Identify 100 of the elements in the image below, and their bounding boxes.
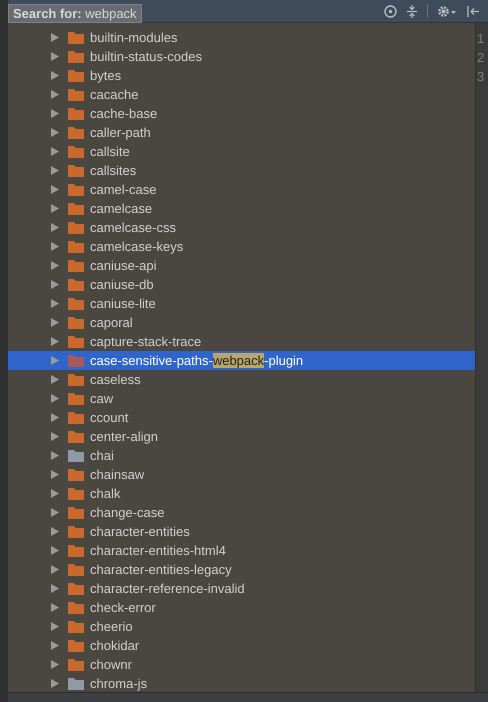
folder-name: chainsaw [90, 467, 144, 482]
folder-name: caniuse-lite [90, 296, 156, 311]
settings-icon[interactable] [437, 4, 457, 18]
folder-name: character-reference-invalid [90, 581, 245, 596]
expand-arrow-icon[interactable] [51, 318, 59, 327]
expand-arrow-icon[interactable] [51, 261, 59, 270]
tree-item[interactable]: chainsaw [8, 465, 475, 484]
folder-name: capture-stack-trace [90, 334, 202, 349]
folder-name: caniuse-db [90, 277, 154, 292]
expand-arrow-icon[interactable] [51, 527, 59, 536]
folder-name: camelcase-css [90, 220, 176, 235]
expand-arrow-icon[interactable] [51, 204, 59, 213]
tree-item[interactable]: chalk [8, 484, 475, 503]
tree-item[interactable]: cheerio [8, 617, 475, 636]
expand-arrow-icon[interactable] [51, 451, 59, 460]
expand-arrow-icon[interactable] [51, 660, 59, 669]
tree-item[interactable]: callsites [8, 161, 475, 180]
tree-item[interactable]: change-case [8, 503, 475, 522]
folder-name: cacache [90, 87, 138, 102]
folder-name: caporal [90, 315, 133, 330]
expand-arrow-icon[interactable] [51, 584, 59, 593]
tree-item[interactable]: chai [8, 446, 475, 465]
folder-name: center-align [90, 429, 158, 444]
folder-name: cheerio [90, 619, 133, 634]
expand-arrow-icon[interactable] [51, 641, 59, 650]
folder-name: callsites [90, 163, 136, 178]
expand-arrow-icon[interactable] [51, 622, 59, 631]
folder-name: caller-path [90, 125, 151, 140]
tree-item[interactable]: camel-case [8, 180, 475, 199]
expand-arrow-icon[interactable] [51, 280, 59, 289]
tree-item[interactable]: cache-base [8, 104, 475, 123]
tree-item[interactable]: caniuse-lite [8, 294, 475, 313]
expand-arrow-icon[interactable] [51, 470, 59, 479]
expand-arrow-icon[interactable] [51, 565, 59, 574]
expand-arrow-icon[interactable] [51, 33, 59, 42]
tree-item[interactable]: case-sensitive-paths-webpack-plugin [8, 351, 475, 370]
folder-name: callsite [90, 144, 130, 159]
tree-item[interactable]: character-entities [8, 522, 475, 541]
expand-arrow-icon[interactable] [51, 489, 59, 498]
tree-item[interactable]: caporal [8, 313, 475, 332]
expand-arrow-icon[interactable] [51, 394, 59, 403]
expand-arrow-icon[interactable] [51, 375, 59, 384]
expand-arrow-icon[interactable] [51, 546, 59, 555]
expand-arrow-icon[interactable] [51, 90, 59, 99]
folder-name: camelcase [90, 201, 152, 216]
expand-arrow-icon[interactable] [51, 109, 59, 118]
expand-arrow-icon[interactable] [51, 71, 59, 80]
folder-name: chownr [90, 657, 132, 672]
tree-item[interactable]: builtin-modules [8, 28, 475, 47]
locate-icon[interactable] [384, 4, 397, 18]
folder-name: caw [90, 391, 114, 406]
expand-arrow-icon[interactable] [51, 356, 59, 365]
tree-item[interactable]: callsite [8, 142, 475, 161]
expand-arrow-icon[interactable] [51, 147, 59, 156]
tree-item[interactable]: caller-path [8, 123, 475, 142]
folder-name: caniuse-api [90, 258, 156, 273]
folder-name: check-error [90, 600, 156, 615]
tree-item[interactable]: caw [8, 389, 475, 408]
folder-name: character-entities [90, 524, 190, 539]
expand-arrow-icon[interactable] [51, 52, 59, 61]
tree-item[interactable]: capture-stack-trace [8, 332, 475, 351]
expand-arrow-icon[interactable] [51, 413, 59, 422]
expand-arrow-icon[interactable] [51, 242, 59, 251]
tree-item[interactable]: builtin-status-codes [8, 47, 475, 66]
tree-item[interactable]: caniuse-db [8, 275, 475, 294]
hide-icon[interactable] [466, 4, 480, 18]
tree-item[interactable]: camelcase-keys [8, 237, 475, 256]
line-number: 1 [476, 30, 486, 48]
tree-item[interactable]: check-error [8, 598, 475, 617]
folder-name: ccount [90, 410, 128, 425]
expand-arrow-icon[interactable] [51, 508, 59, 517]
tree-item[interactable]: camelcase [8, 199, 475, 218]
expand-arrow-icon[interactable] [51, 679, 59, 688]
tree-item[interactable]: bytes [8, 66, 475, 85]
expand-arrow-icon[interactable] [51, 166, 59, 175]
tree-item[interactable]: cacache [8, 85, 475, 104]
folder-name: character-entities-html4 [90, 543, 226, 558]
tree-item[interactable]: character-reference-invalid [8, 579, 475, 598]
folder-name: cache-base [90, 106, 158, 121]
expand-arrow-icon[interactable] [51, 128, 59, 137]
tree-item[interactable]: center-align [8, 427, 475, 446]
tree-item[interactable]: chokidar [8, 636, 475, 655]
tree-item[interactable]: caseless [8, 370, 475, 389]
tree-item[interactable]: character-entities-html4 [8, 541, 475, 560]
tree-item[interactable]: ccount [8, 408, 475, 427]
expand-arrow-icon[interactable] [51, 185, 59, 194]
tree-item[interactable]: chroma-js [8, 674, 475, 693]
expand-arrow-icon[interactable] [51, 432, 59, 441]
folder-name: caseless [90, 372, 141, 387]
tree-item[interactable]: chownr [8, 655, 475, 674]
expand-arrow-icon[interactable] [51, 337, 59, 346]
tree-item[interactable]: camelcase-css [8, 218, 475, 237]
search-text: Search for: webpack [13, 6, 137, 21]
tree-item[interactable]: caniuse-api [8, 256, 475, 275]
folder-name: builtin-modules [90, 30, 178, 45]
expand-arrow-icon[interactable] [51, 223, 59, 232]
expand-arrow-icon[interactable] [51, 299, 59, 308]
collapse-icon[interactable] [406, 4, 418, 18]
expand-arrow-icon[interactable] [51, 603, 59, 612]
tree-item[interactable]: character-entities-legacy [8, 560, 475, 579]
